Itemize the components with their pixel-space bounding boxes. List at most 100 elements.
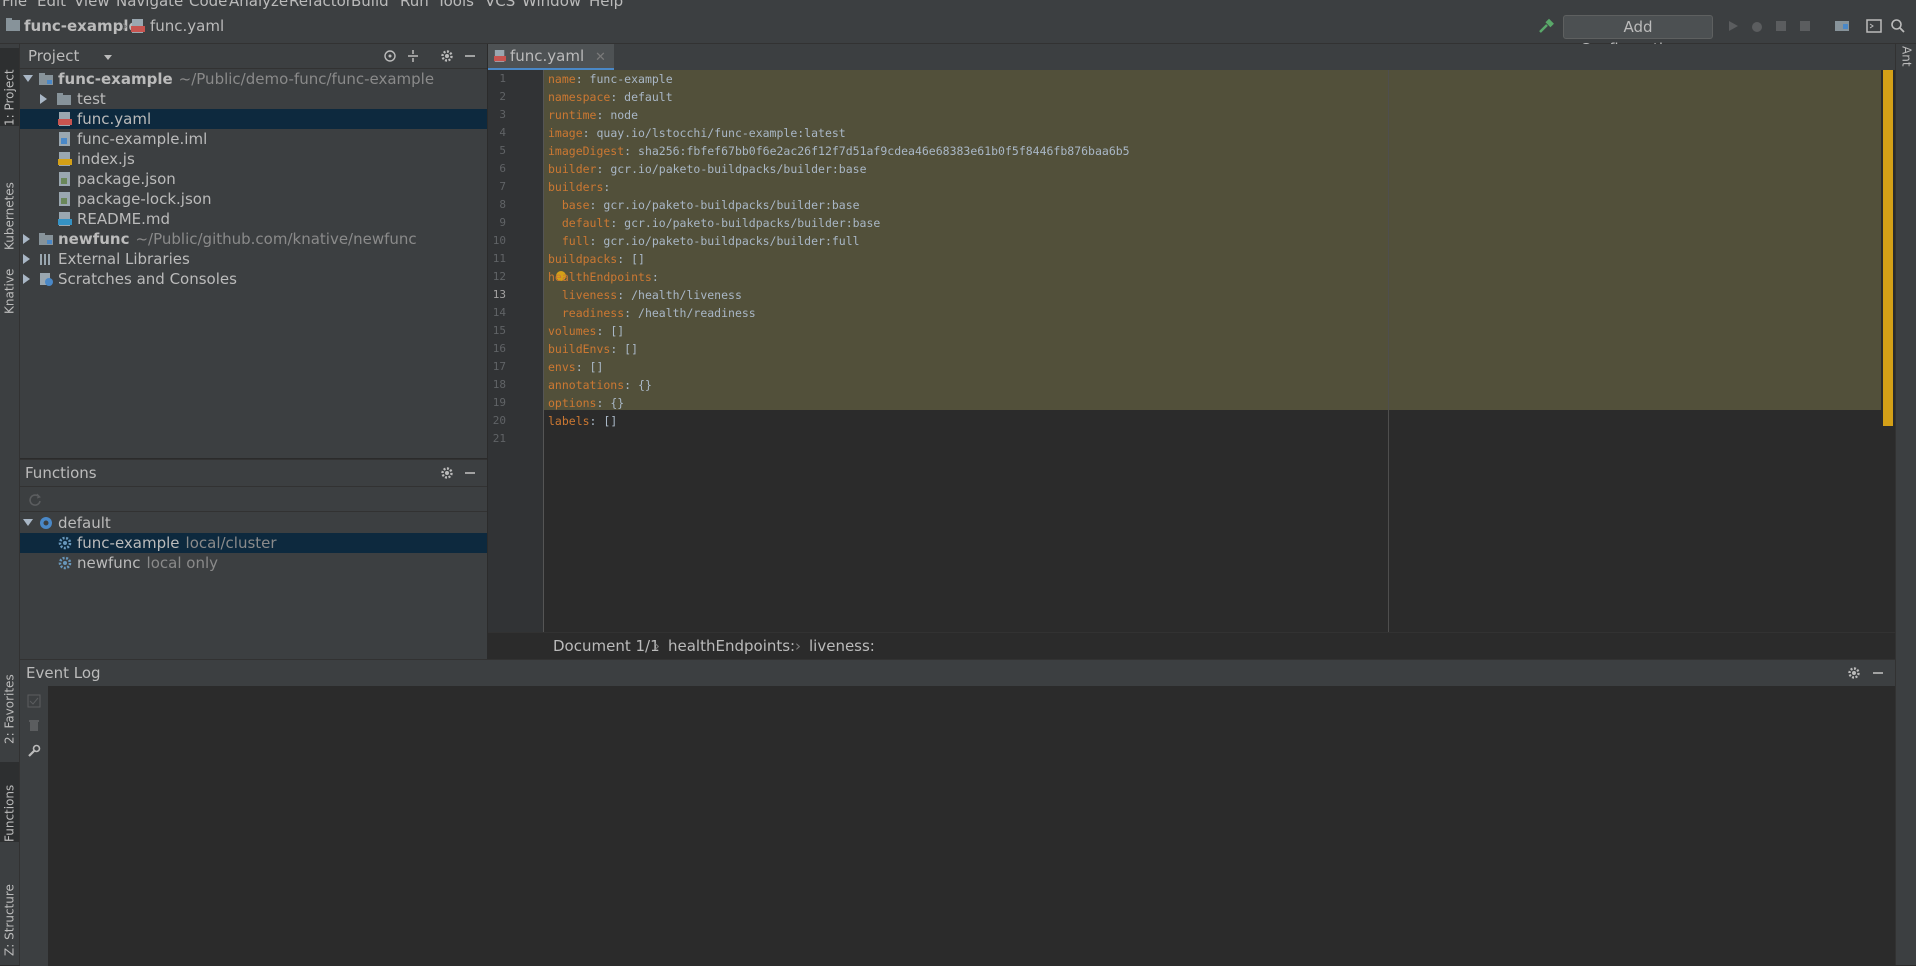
line-number: 15 bbox=[492, 324, 506, 337]
menu-item-vcs[interactable]: VCS bbox=[485, 0, 515, 9]
line-number: 1 bbox=[499, 72, 506, 85]
code-editor[interactable]: name: func-example namespace: default runt… bbox=[544, 70, 1881, 632]
tab-knative[interactable]: Knative bbox=[0, 248, 19, 314]
close-icon[interactable]: ✕ bbox=[595, 50, 606, 65]
breadcrumb-health-endpoints[interactable]: healthEndpoints: bbox=[668, 637, 795, 655]
line-number: 17 bbox=[492, 360, 506, 373]
expand-arrow-icon[interactable] bbox=[40, 94, 47, 104]
breadcrumb-liveness[interactable]: liveness: bbox=[809, 637, 875, 655]
event-log-title: Event Log bbox=[26, 664, 101, 682]
minimize-icon[interactable] bbox=[1871, 666, 1885, 680]
tree-item-iml[interactable]: func-example.iml bbox=[20, 129, 487, 149]
editor-tab-bar: func.yaml ✕ bbox=[488, 44, 1895, 71]
tab-functions[interactable]: Functions bbox=[0, 762, 19, 842]
run-icon[interactable] bbox=[1725, 18, 1741, 34]
gear-icon[interactable] bbox=[1847, 666, 1861, 680]
functions-namespace-default[interactable]: default bbox=[20, 513, 487, 533]
tab-ant[interactable]: Ant bbox=[1897, 46, 1916, 94]
json-file-icon bbox=[59, 192, 70, 206]
function-gear-icon bbox=[58, 556, 72, 570]
right-margin-guide bbox=[1388, 70, 1389, 632]
expand-arrow-icon[interactable] bbox=[23, 274, 30, 284]
menu-item-run[interactable]: Run bbox=[400, 0, 429, 9]
menu-item-help[interactable]: Help bbox=[589, 0, 623, 9]
editor-scrollbar[interactable] bbox=[1881, 70, 1895, 632]
line-number: 10 bbox=[492, 234, 506, 247]
tree-item-index-js[interactable]: index.js bbox=[20, 149, 487, 169]
project-panel: Project func-example ~/Public/demo-func/f… bbox=[20, 44, 487, 458]
tree-item-test[interactable]: test bbox=[20, 89, 487, 109]
menu-item-build[interactable]: Build bbox=[351, 0, 389, 9]
wrench-icon[interactable] bbox=[27, 744, 41, 758]
function-item-newfunc[interactable]: newfunc local only bbox=[20, 553, 487, 573]
debug-icon[interactable] bbox=[1749, 18, 1765, 34]
search-icon[interactable] bbox=[1890, 18, 1906, 34]
tab-project[interactable]: 1: Project bbox=[0, 48, 19, 126]
menu-item-tools[interactable]: Tools bbox=[437, 0, 474, 9]
collapse-all-icon[interactable] bbox=[406, 49, 420, 63]
menu-item-window[interactable]: Window bbox=[522, 0, 581, 9]
code-line: options: {} bbox=[548, 396, 625, 410]
minimize-icon[interactable] bbox=[463, 49, 477, 63]
breadcrumb-file[interactable]: func.yaml bbox=[150, 17, 224, 35]
event-log-header: Event Log bbox=[20, 660, 1895, 686]
code-line: runtime: node bbox=[548, 108, 639, 122]
tree-root-func-example[interactable]: func-example ~/Public/demo-func/func-exam… bbox=[20, 69, 487, 89]
code-line: namespace: default bbox=[548, 90, 673, 104]
gear-icon[interactable] bbox=[440, 49, 454, 63]
line-number: 5 bbox=[499, 144, 506, 157]
mark-read-icon[interactable] bbox=[27, 694, 41, 708]
minimize-icon[interactable] bbox=[463, 466, 477, 480]
menu-item-view[interactable]: View bbox=[74, 0, 110, 9]
project-structure-icon[interactable] bbox=[1834, 18, 1850, 34]
menu-item-code[interactable]: Code bbox=[189, 0, 227, 9]
expand-arrow-icon[interactable] bbox=[23, 254, 30, 264]
locate-icon[interactable] bbox=[383, 49, 397, 63]
editor-breadcrumbs: Document 1/1 › healthEndpoints: › livene… bbox=[488, 632, 1895, 659]
line-number: 7 bbox=[499, 180, 506, 193]
module-folder-icon bbox=[39, 233, 53, 245]
tab-structure[interactable]: Z: Structure bbox=[0, 862, 19, 956]
expand-arrow-icon[interactable] bbox=[23, 519, 33, 526]
tree-item-readme[interactable]: README.md bbox=[20, 209, 487, 229]
tree-item-package-lock-json[interactable]: package-lock.json bbox=[20, 189, 487, 209]
terminal-icon[interactable] bbox=[1866, 18, 1882, 34]
tree-item-scratches[interactable]: Scratches and Consoles bbox=[20, 269, 487, 289]
line-number: 6 bbox=[499, 162, 506, 175]
code-line: healthEndpoints: bbox=[548, 270, 659, 284]
expand-arrow-icon[interactable] bbox=[23, 75, 33, 82]
code-line: buildpacks: [] bbox=[548, 252, 645, 266]
right-tool-window-strip: Ant bbox=[1895, 44, 1916, 965]
functions-panel: Functions default func-example local/clus… bbox=[20, 459, 487, 659]
project-panel-title[interactable]: Project bbox=[28, 47, 79, 65]
module-folder-icon bbox=[39, 73, 53, 85]
menu-item-refactor[interactable]: Refactor bbox=[289, 0, 352, 9]
menu-item-navigate[interactable]: Navigate bbox=[116, 0, 183, 9]
tree-item-func-yaml[interactable]: func.yaml bbox=[20, 109, 487, 129]
expand-arrow-icon[interactable] bbox=[23, 234, 30, 244]
tree-item-external-libraries[interactable]: External Libraries bbox=[20, 249, 487, 269]
function-item-func-example[interactable]: func-example local/cluster bbox=[20, 533, 487, 553]
menu-item-edit[interactable]: Edit bbox=[37, 0, 66, 9]
breadcrumb-document[interactable]: Document 1/1 bbox=[553, 637, 660, 655]
editor-tab-func-yaml[interactable]: func.yaml ✕ bbox=[488, 44, 614, 71]
code-line: image: quay.io/lstocchi/func-example:lat… bbox=[548, 126, 846, 140]
line-number: 9 bbox=[499, 216, 506, 229]
code-line: builder: gcr.io/paketo-buildpacks/builde… bbox=[548, 162, 867, 176]
line-number: 11 bbox=[492, 252, 506, 265]
line-number: 18 bbox=[492, 378, 506, 391]
trash-icon[interactable] bbox=[27, 718, 41, 732]
stop-icon[interactable] bbox=[1797, 18, 1813, 34]
tree-root-newfunc[interactable]: newfunc ~/Public/github.com/knative/newfu… bbox=[20, 229, 487, 249]
chevron-down-icon[interactable] bbox=[104, 55, 112, 60]
gear-icon[interactable] bbox=[440, 466, 454, 480]
menu-item-analyze[interactable]: Analyze bbox=[229, 0, 288, 9]
tree-item-package-json[interactable]: package.json bbox=[20, 169, 487, 189]
coverage-icon[interactable] bbox=[1773, 18, 1789, 34]
tab-favorites[interactable]: 2: Favorites bbox=[0, 656, 19, 744]
add-configuration-button[interactable]: Add Configuration... bbox=[1563, 15, 1713, 58]
build-hammer-icon[interactable] bbox=[1538, 18, 1554, 34]
tab-kubernetes[interactable]: Kubernetes bbox=[0, 140, 19, 250]
menu-item-file[interactable]: File bbox=[2, 0, 27, 9]
refresh-icon[interactable] bbox=[28, 492, 42, 506]
